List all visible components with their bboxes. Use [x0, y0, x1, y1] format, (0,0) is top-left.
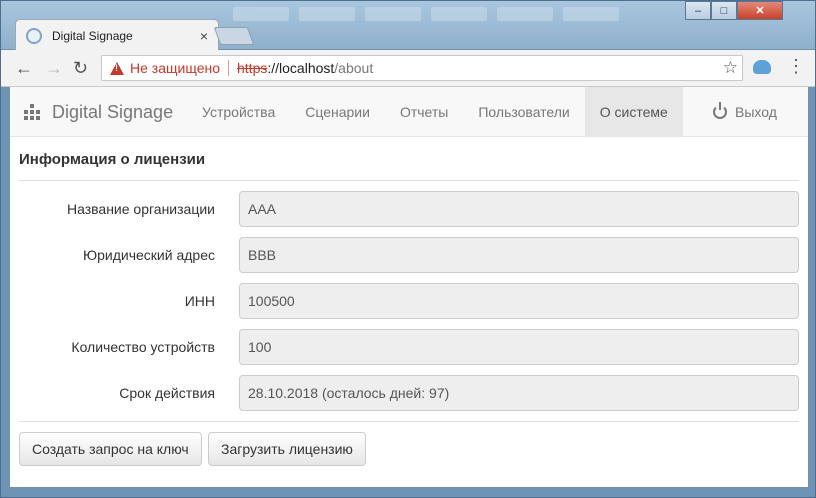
upload-license-button[interactable]: Загрузить лицензию	[208, 432, 366, 466]
forward-arrow-icon[interactable]: →	[45, 58, 63, 79]
field-row-inn: ИНН 100500	[19, 283, 799, 319]
browser-menu-icon[interactable]: ⋮	[787, 56, 805, 77]
logout-link[interactable]: Выход	[713, 87, 777, 137]
main-nav: Устройства Сценарии Отчеты Пользователи …	[187, 87, 683, 137]
organization-field[interactable]: AAA	[239, 191, 799, 227]
field-row-organization: Название организации AAA	[19, 191, 799, 227]
nav-item-about[interactable]: О системе	[584, 87, 683, 137]
tab-close-button[interactable]: ×	[200, 28, 208, 44]
divider-top	[19, 180, 799, 181]
nav-item-scenarios[interactable]: Сценарии	[290, 87, 385, 137]
url-host: ://localhost	[267, 60, 335, 76]
address-separator	[228, 60, 229, 76]
title-bar: Digital Signage × – □ ✕	[1, 1, 815, 51]
legal-address-field[interactable]: BBB	[239, 237, 799, 273]
logout-label: Выход	[735, 104, 777, 120]
field-label: Срок действия	[119, 385, 215, 401]
browser-toolbar: ← → ↻ Не защищено https ://localhost /ab…	[1, 50, 815, 87]
license-heading: Информация о лицензии	[19, 151, 206, 168]
divider-bottom	[19, 421, 799, 422]
field-row-validity: Срок действия 28.10.2018 (осталось дней:…	[19, 375, 799, 411]
extension-cloud-icon[interactable]	[753, 60, 771, 74]
minimize-button[interactable]: –	[685, 1, 711, 20]
create-key-request-button[interactable]: Создать запрос на ключ	[19, 432, 202, 466]
security-status[interactable]: Не защищено	[130, 60, 220, 76]
url-path: /about	[334, 60, 374, 76]
new-tab-button[interactable]	[213, 27, 255, 45]
field-label: Название организации	[66, 201, 215, 217]
nav-item-devices[interactable]: Устройства	[187, 87, 290, 137]
address-bar[interactable]: Не защищено https ://localhost /about ☆	[101, 55, 743, 81]
nav-item-users[interactable]: Пользователи	[463, 87, 584, 137]
field-row-device-count: Количество устройств 100	[19, 329, 799, 365]
close-window-button[interactable]: ✕	[737, 1, 783, 20]
field-row-address: Юридический адрес BBB	[19, 237, 799, 273]
app-navbar: Digital Signage Устройства Сценарии Отче…	[10, 87, 808, 137]
reload-icon[interactable]: ↻	[73, 58, 88, 79]
back-arrow-icon[interactable]: ←	[15, 58, 33, 79]
warning-icon	[110, 61, 124, 75]
field-label: Количество устройств	[71, 339, 215, 355]
validity-field[interactable]: 28.10.2018 (осталось дней: 97)	[239, 375, 799, 411]
page-viewport: Digital Signage Устройства Сценарии Отче…	[10, 87, 808, 487]
maximize-button[interactable]: □	[711, 1, 737, 20]
bookmark-star-icon[interactable]: ☆	[723, 58, 738, 78]
device-count-field[interactable]: 100	[239, 329, 799, 365]
tab-title: Digital Signage	[52, 28, 133, 43]
browser-window: Digital Signage × – □ ✕ ← → ↻ Не защищен…	[0, 0, 816, 498]
field-label: ИНН	[184, 293, 215, 309]
brand-title: Digital Signage	[52, 101, 174, 122]
brand-grid-icon	[24, 104, 40, 120]
field-label: Юридический адрес	[82, 247, 215, 263]
window-controls: – □ ✕	[685, 1, 783, 21]
globe-icon	[26, 27, 42, 44]
nav-item-reports[interactable]: Отчеты	[385, 87, 463, 137]
power-icon	[713, 102, 727, 119]
brand-link[interactable]: Digital Signage	[24, 87, 173, 137]
background-taskbar-ghost	[233, 7, 673, 25]
url-scheme: https	[237, 60, 268, 76]
browser-tab[interactable]: Digital Signage ×	[15, 19, 219, 51]
inn-field[interactable]: 100500	[239, 283, 799, 319]
window-bottom-frame	[1, 487, 815, 497]
